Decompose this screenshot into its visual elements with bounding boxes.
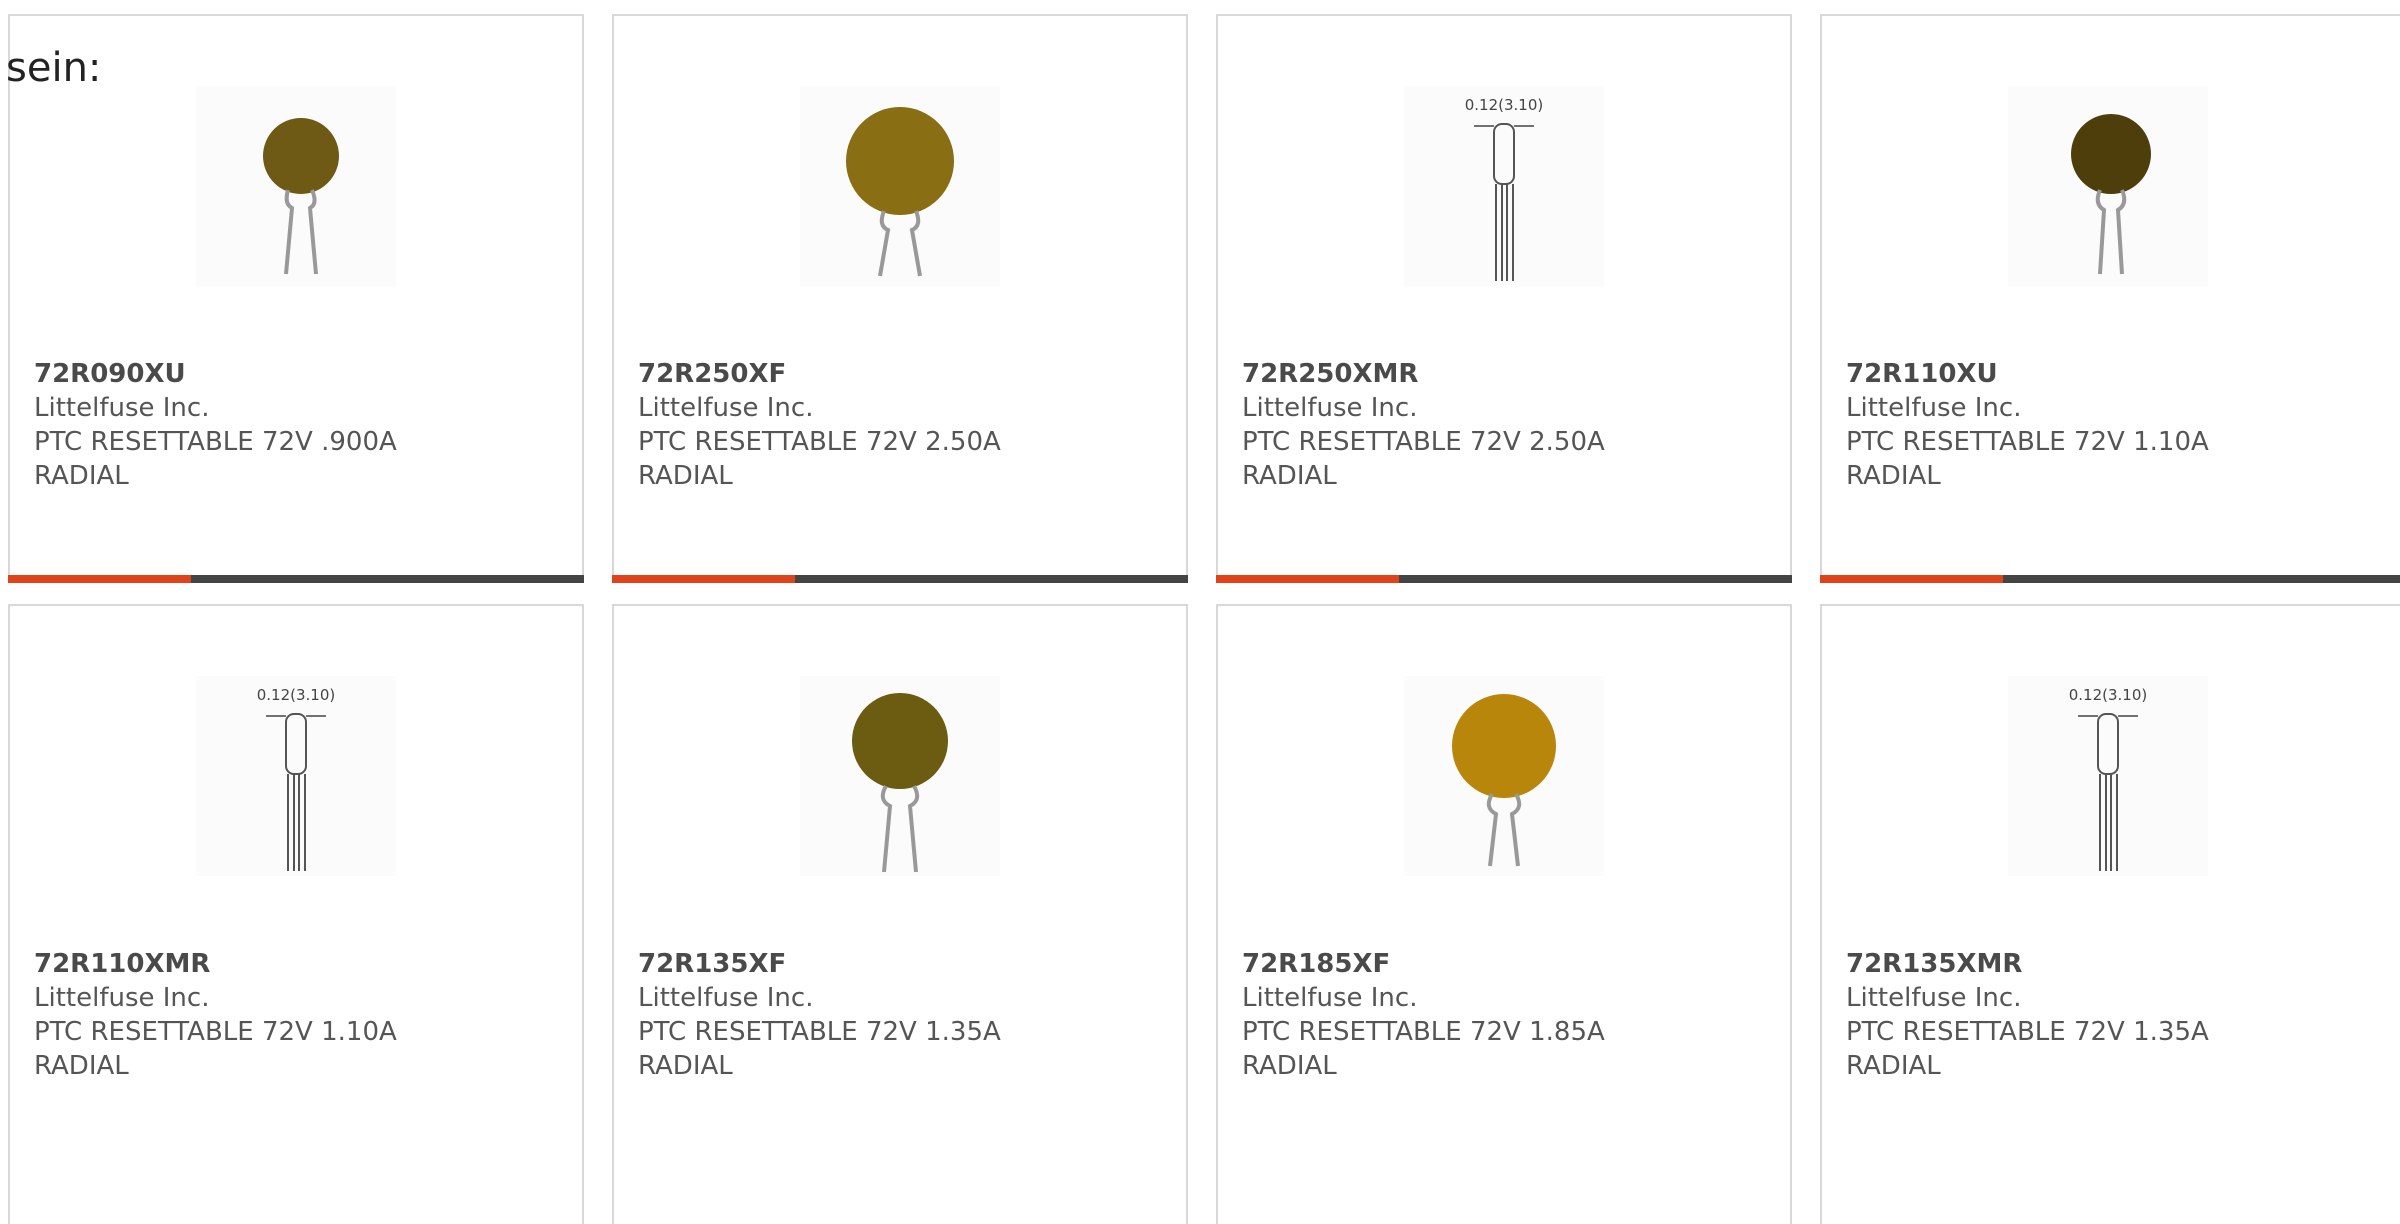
- package: RADIAL: [638, 461, 733, 491]
- product-image[interactable]: [800, 86, 1000, 286]
- manufacturer: Littelfuse Inc.: [34, 983, 210, 1013]
- manufacturer: Littelfuse Inc.: [34, 393, 210, 423]
- card-bar: [1216, 575, 1792, 583]
- product-info: 72R090XU Littelfuse Inc. PTC RESETTABLE …: [34, 357, 397, 493]
- disc-thermistor-icon: [852, 693, 948, 873]
- product-image[interactable]: 0.12(3.10): [196, 676, 396, 876]
- part-number[interactable]: 72R135XF: [638, 947, 1001, 981]
- part-number[interactable]: 72R250XF: [638, 357, 1001, 391]
- package: RADIAL: [1242, 1051, 1337, 1081]
- part-number[interactable]: 72R135XMR: [1846, 947, 2209, 981]
- description: PTC RESETTABLE 72V 1.35A: [638, 1017, 1001, 1047]
- manufacturer: Littelfuse Inc.: [638, 983, 814, 1013]
- disc-thermistor-icon: [846, 107, 954, 277]
- manufacturer: Littelfuse Inc.: [638, 393, 814, 423]
- description: PTC RESETTABLE 72V 1.35A: [1846, 1017, 2209, 1047]
- card-bar: [612, 575, 1188, 583]
- card-bar-accent: [1820, 575, 2003, 583]
- product-card[interactable]: 0.12(3.10) 72R110XMR Littelfuse Inc. PTC…: [8, 604, 584, 1224]
- manufacturer: Littelfuse Inc.: [1242, 393, 1418, 423]
- card-bar: [1820, 575, 2400, 583]
- product-info: 72R250XMR Littelfuse Inc. PTC RESETTABLE…: [1242, 357, 1605, 493]
- product-info: 72R250XF Littelfuse Inc. PTC RESETTABLE …: [638, 357, 1001, 493]
- product-image[interactable]: [2008, 86, 2208, 286]
- side-view-drawing-icon: 0.12(3.10): [2069, 686, 2148, 871]
- dimension-label: 0.12(3.10): [257, 686, 336, 704]
- manufacturer: Littelfuse Inc.: [1846, 393, 2022, 423]
- product-card[interactable]: 72R135XF Littelfuse Inc. PTC RESETTABLE …: [612, 604, 1188, 1224]
- part-number[interactable]: 72R110XU: [1846, 357, 2209, 391]
- product-image[interactable]: 0.12(3.10): [1404, 86, 1604, 286]
- part-number[interactable]: 72R110XMR: [34, 947, 397, 981]
- package: RADIAL: [1846, 1051, 1941, 1081]
- product-image[interactable]: [1404, 676, 1604, 876]
- product-image[interactable]: 0.12(3.10): [2008, 676, 2208, 876]
- dimension-label: 0.12(3.10): [1465, 96, 1544, 114]
- product-image[interactable]: [196, 86, 396, 286]
- package: RADIAL: [1242, 461, 1337, 491]
- product-card[interactable]: 72R185XF Littelfuse Inc. PTC RESETTABLE …: [1216, 604, 1792, 1224]
- disc-thermistor-icon: [1452, 694, 1556, 867]
- disc-thermistor-icon: [2071, 114, 2151, 275]
- side-view-drawing-icon: 0.12(3.10): [1465, 96, 1544, 281]
- description: PTC RESETTABLE 72V 2.50A: [638, 427, 1001, 457]
- manufacturer: Littelfuse Inc.: [1242, 983, 1418, 1013]
- package: RADIAL: [1846, 461, 1941, 491]
- description: PTC RESETTABLE 72V .900A: [34, 427, 397, 457]
- product-card[interactable]: 72R090XU Littelfuse Inc. PTC RESETTABLE …: [8, 14, 584, 583]
- package: RADIAL: [34, 461, 129, 491]
- card-bar: [8, 575, 584, 583]
- description: PTC RESETTABLE 72V 2.50A: [1242, 427, 1605, 457]
- card-bar-accent: [8, 575, 191, 583]
- product-card[interactable]: 0.12(3.10) 72R250XMR Littelfuse Inc. PTC…: [1216, 14, 1792, 583]
- package: RADIAL: [638, 1051, 733, 1081]
- section-heading: sein:: [6, 45, 102, 91]
- disc-thermistor-icon: [263, 118, 339, 275]
- product-card[interactable]: 0.12(3.10) 72R135XMR Littelfuse Inc. PTC…: [1820, 604, 2400, 1224]
- part-number[interactable]: 72R250XMR: [1242, 357, 1605, 391]
- product-info: 72R110XU Littelfuse Inc. PTC RESETTABLE …: [1846, 357, 2209, 493]
- description: PTC RESETTABLE 72V 1.10A: [34, 1017, 397, 1047]
- product-info: 72R110XMR Littelfuse Inc. PTC RESETTABLE…: [34, 947, 397, 1083]
- dimension-label: 0.12(3.10): [2069, 686, 2148, 704]
- card-bar-accent: [1216, 575, 1399, 583]
- product-info: 72R185XF Littelfuse Inc. PTC RESETTABLE …: [1242, 947, 1605, 1083]
- product-card[interactable]: 72R110XU Littelfuse Inc. PTC RESETTABLE …: [1820, 14, 2400, 583]
- package: RADIAL: [34, 1051, 129, 1081]
- product-image[interactable]: [800, 676, 1000, 876]
- description: PTC RESETTABLE 72V 1.10A: [1846, 427, 2209, 457]
- product-card[interactable]: 72R250XF Littelfuse Inc. PTC RESETTABLE …: [612, 14, 1188, 583]
- card-bar-accent: [612, 575, 795, 583]
- description: PTC RESETTABLE 72V 1.85A: [1242, 1017, 1605, 1047]
- product-info: 72R135XMR Littelfuse Inc. PTC RESETTABLE…: [1846, 947, 2209, 1083]
- product-grid: 72R090XU Littelfuse Inc. PTC RESETTABLE …: [0, 0, 2400, 1224]
- part-number[interactable]: 72R185XF: [1242, 947, 1605, 981]
- product-info: 72R135XF Littelfuse Inc. PTC RESETTABLE …: [638, 947, 1001, 1083]
- manufacturer: Littelfuse Inc.: [1846, 983, 2022, 1013]
- side-view-drawing-icon: 0.12(3.10): [257, 686, 336, 871]
- part-number[interactable]: 72R090XU: [34, 357, 397, 391]
